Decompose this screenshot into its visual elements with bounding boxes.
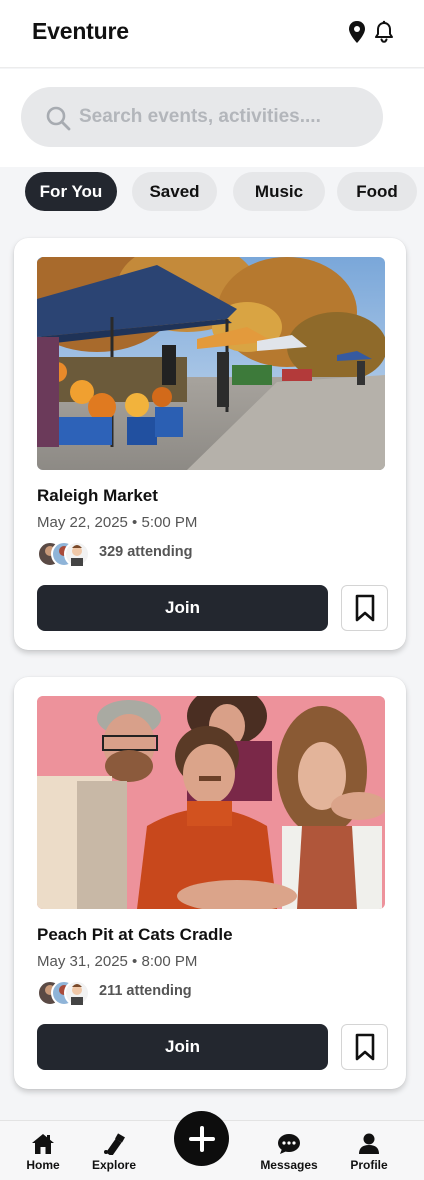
- nav-explore[interactable]: Explore: [79, 1133, 149, 1172]
- event-card[interactable]: Raleigh Market May 22, 2025 • 5:00 PM 32…: [14, 238, 406, 650]
- event-date: May 31, 2025 • 8:00 PM: [37, 953, 198, 970]
- messages-icon: [278, 1134, 300, 1154]
- filter-chips: For You Saved Music Food: [25, 172, 424, 212]
- plus-icon: [188, 1125, 215, 1152]
- chip-music[interactable]: Music: [233, 172, 325, 211]
- event-image[interactable]: [37, 257, 385, 470]
- event-card[interactable]: Peach Pit at Cats Cradle May 31, 2025 • …: [14, 677, 406, 1089]
- home-icon: [32, 1134, 54, 1154]
- bell-icon[interactable]: [373, 20, 395, 44]
- app-header: Eventure: [0, 0, 424, 68]
- nav-profile[interactable]: Profile: [334, 1133, 404, 1172]
- bookmark-icon: [355, 594, 374, 622]
- join-button[interactable]: Join: [37, 1024, 328, 1070]
- nav-messages[interactable]: Messages: [254, 1133, 324, 1172]
- attending-count: 329 attending: [99, 544, 193, 560]
- chip-saved[interactable]: Saved: [132, 172, 217, 211]
- bookmark-icon: [355, 1033, 374, 1061]
- chip-food[interactable]: Food: [337, 172, 417, 211]
- search-bar[interactable]: [21, 87, 383, 147]
- nav-messages-label: Messages: [260, 1158, 318, 1172]
- event-title[interactable]: Raleigh Market: [37, 486, 158, 506]
- bookmark-button[interactable]: [341, 585, 388, 631]
- nav-profile-label: Profile: [350, 1158, 388, 1172]
- map-pin-icon[interactable]: [346, 20, 368, 44]
- attendee-avatars: [37, 541, 90, 567]
- chip-for-you[interactable]: For You: [25, 172, 117, 211]
- search-input[interactable]: [79, 87, 369, 147]
- explore-icon: [104, 1133, 125, 1155]
- search-icon: [46, 106, 71, 131]
- attending-count: 211 attending: [99, 983, 192, 999]
- nav-explore-label: Explore: [91, 1158, 136, 1172]
- create-event-button[interactable]: [174, 1111, 229, 1166]
- event-image[interactable]: [37, 696, 385, 909]
- nav-home-label: Home: [26, 1158, 60, 1172]
- profile-icon: [359, 1133, 379, 1154]
- search-area: [0, 69, 424, 167]
- event-title[interactable]: Peach Pit at Cats Cradle: [37, 925, 233, 945]
- nav-home[interactable]: Home: [8, 1133, 78, 1172]
- attendee-avatars: [37, 980, 90, 1006]
- bookmark-button[interactable]: [341, 1024, 388, 1070]
- app-title: Eventure: [32, 18, 129, 44]
- join-button[interactable]: Join: [37, 585, 328, 631]
- event-date: May 22, 2025 • 5:00 PM: [37, 514, 198, 531]
